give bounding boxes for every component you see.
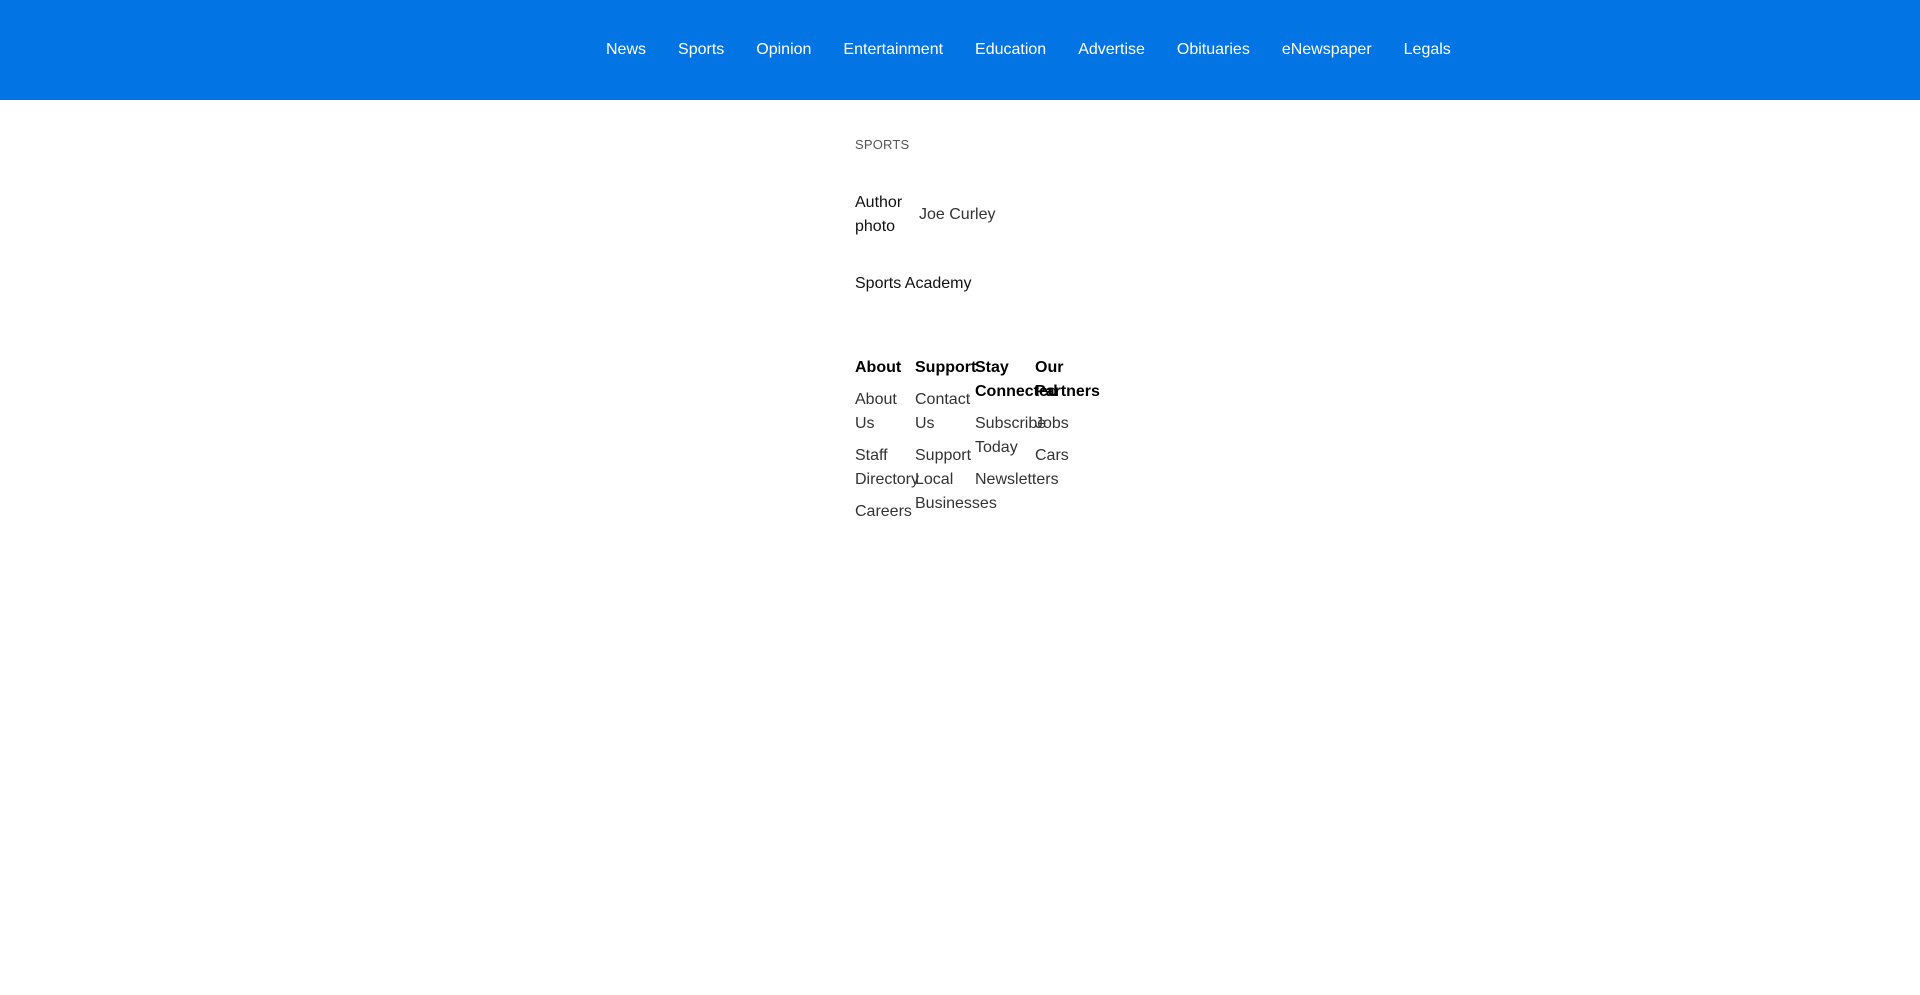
footer-link-jobs[interactable]: Jobs: [1035, 412, 1095, 436]
top-navigation-bar: News Sports Opinion Entertainment Educat…: [0, 0, 1920, 100]
footer-heading-our-partners: Our Partners: [1035, 359, 1100, 400]
nav-item-opinion[interactable]: Opinion: [756, 40, 811, 60]
nav-item-legals[interactable]: Legals: [1404, 40, 1451, 60]
footer-heading-support: Support: [915, 359, 977, 376]
footer-link-subscribe-today[interactable]: Subscribe Today: [975, 412, 1046, 460]
main-nav: News Sports Opinion Entertainment Educat…: [606, 0, 1451, 100]
nav-item-education[interactable]: Education: [975, 40, 1046, 60]
footer-link-support-local-businesses[interactable]: Support Local Businesses: [915, 444, 997, 516]
nav-item-news[interactable]: News: [606, 40, 646, 60]
nav-item-sports[interactable]: Sports: [678, 40, 724, 60]
author-name[interactable]: Joe Curley: [919, 203, 995, 227]
nav-item-enewspaper[interactable]: eNewspaper: [1282, 40, 1372, 60]
nav-item-entertainment[interactable]: Entertainment: [843, 40, 943, 60]
byline: Author photo Joe Curley: [855, 191, 1175, 239]
footer-column-our-partners: Our Partners Jobs Cars: [1035, 356, 1100, 532]
footer-column-about: About About Us Staff Directory Careers: [855, 356, 919, 532]
footer-link-contact-us[interactable]: Contact Us: [915, 388, 975, 436]
section-label[interactable]: SPORTS: [855, 135, 1175, 155]
author-photo: Author photo: [855, 194, 903, 235]
footer-link-newsletters[interactable]: Newsletters: [975, 468, 1059, 492]
nav-item-advertise[interactable]: Advertise: [1078, 40, 1145, 60]
article-headline[interactable]: Sports Academy: [855, 272, 1175, 296]
footer-heading-about: About: [855, 359, 902, 376]
nav-item-obituaries[interactable]: Obituaries: [1177, 40, 1250, 60]
footer-heading-stay-connected: Stay Connected: [975, 359, 1058, 400]
footer-link-staff-directory[interactable]: Staff Directory: [855, 444, 919, 492]
footer-column-support: Support Contact Us Support Local Busines…: [915, 356, 997, 532]
footer-link-careers[interactable]: Careers: [855, 500, 915, 524]
article-content: SPORTS Author photo Joe Curley Sports Ac…: [855, 135, 1175, 296]
footer-column-stay-connected: Stay Connected Subscribe Today Newslette…: [975, 356, 1059, 532]
footer-links: About About Us Staff Directory Careers S…: [855, 356, 1100, 532]
footer-link-cars[interactable]: Cars: [1035, 444, 1095, 468]
footer-link-about-us[interactable]: About Us: [855, 388, 915, 436]
